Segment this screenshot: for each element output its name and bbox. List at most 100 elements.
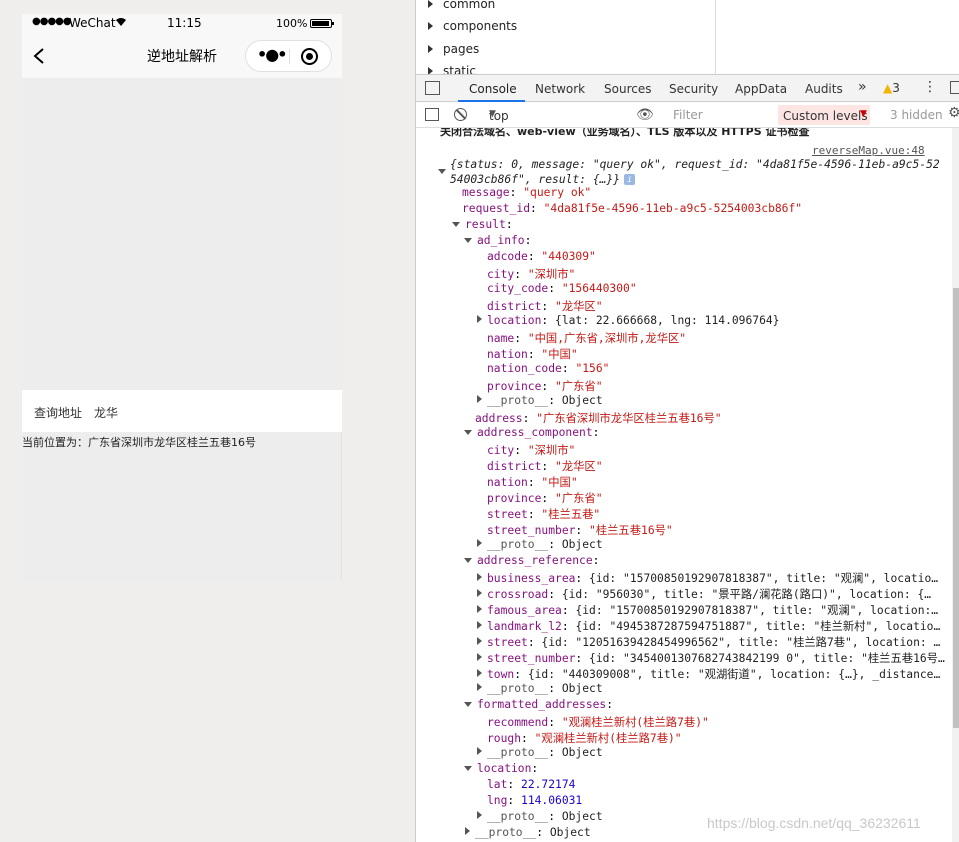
- proto-key: __proto__: [487, 810, 549, 823]
- collapsed-arrow-icon: [477, 637, 482, 645]
- tree-folder-pages[interactable]: pages: [428, 42, 479, 60]
- prop-famous-area[interactable]: famous_area: {id: "15700850192907818387"…: [477, 602, 938, 618]
- location-result: 当前位置为：广东省深圳市龙华区桂兰五巷16号: [22, 436, 256, 449]
- clear-console-icon[interactable]: [454, 108, 467, 121]
- collapsed-arrow-icon: [477, 539, 482, 547]
- query-input[interactable]: 龙华: [94, 404, 118, 421]
- value: "广东省深圳市龙华区桂兰五巷16号": [536, 412, 722, 425]
- prop-proto[interactable]: __proto__: Object: [477, 810, 603, 826]
- prop-district: district: "龙华区": [487, 300, 603, 313]
- wifi-icon: [116, 18, 126, 26]
- nav-bar: 逆地址解析 •●•: [22, 34, 342, 78]
- collapsed-arrow-icon: [465, 827, 470, 835]
- prop-lat: lat: 22.72174: [487, 778, 576, 791]
- folder-label: common: [443, 0, 496, 11]
- more-dots-icon[interactable]: •●•: [257, 45, 287, 64]
- tab-sources[interactable]: Sources: [604, 82, 651, 96]
- log-levels-dropdown[interactable]: Custom levels ▼: [778, 105, 870, 125]
- signal-icon: ●●●●●: [32, 16, 72, 27]
- prop-formatted-addresses[interactable]: formatted_addresses:: [464, 698, 613, 714]
- dock-side-icon[interactable]: [950, 81, 959, 94]
- value: "观澜桂兰新村(桂兰路7巷)": [534, 732, 682, 745]
- prop-location[interactable]: location:: [464, 762, 538, 778]
- prop-town[interactable]: town: {id: "440309008", title: "观湖街道", l…: [477, 666, 940, 682]
- console-scrollbar[interactable]: [952, 128, 959, 842]
- prop-name: name: "中国,广东省,深圳市,龙华区": [487, 332, 687, 345]
- prop-proto[interactable]: __proto__: Object: [477, 538, 603, 554]
- warning-icon: ▲: [883, 81, 893, 95]
- tab-audits[interactable]: Audits: [805, 82, 843, 96]
- value: {id: "956030", title: "景平路/澜花路(路口)", loc…: [561, 588, 932, 601]
- prop-street[interactable]: street: {id: "12051639428454996562", tit…: [477, 634, 940, 650]
- prop-proto[interactable]: __proto__: Object: [477, 682, 603, 698]
- log-object-summary[interactable]: {status: 0, message: "query ok", request…: [438, 158, 940, 174]
- hidden-count: 3 hidden: [890, 108, 943, 122]
- prop-location[interactable]: location: {lat: 22.666668, lng: 114.0967…: [477, 314, 779, 330]
- gear-icon[interactable]: ⚙: [948, 105, 959, 121]
- warnings-counter[interactable]: ▲3: [883, 81, 900, 95]
- tab-appdata[interactable]: AppData: [735, 82, 787, 96]
- prop-request-id: request_id: "4da81f5e-4596-11eb-a9c5-525…: [462, 202, 803, 215]
- value: {id: "4945387287594751887", title: "桂兰新村…: [575, 620, 941, 633]
- live-expression-eye-icon[interactable]: 👁: [636, 107, 654, 123]
- proto-key: __proto__: [475, 826, 537, 839]
- prop-result[interactable]: result:: [452, 218, 513, 234]
- carrier-label: WeChat: [69, 16, 116, 30]
- tree-folder-common[interactable]: common: [428, 0, 495, 15]
- more-tabs-button[interactable]: »: [858, 79, 867, 95]
- value: "桂兰五巷": [541, 508, 601, 521]
- prop-proto[interactable]: __proto__: Object: [477, 394, 603, 410]
- value: "桂兰五巷16号": [589, 524, 673, 537]
- expanded-arrow-icon: [464, 238, 472, 243]
- status-bar: ●●●●● WeChat 11:15 100%: [22, 14, 342, 34]
- prop-ad-info[interactable]: ad_info:: [464, 234, 531, 250]
- value: Object: [561, 810, 603, 823]
- value: "广东省": [555, 380, 603, 393]
- value: {id: "15700850192907818387", title: "观澜"…: [589, 572, 939, 585]
- kebab-menu-icon[interactable]: ⋮: [923, 79, 937, 95]
- show-sidebar-icon[interactable]: [425, 108, 439, 121]
- scrollbar-thumb[interactable]: [953, 288, 959, 728]
- collapsed-arrow-icon: [477, 315, 482, 323]
- prop-address-component[interactable]: address_component:: [464, 426, 599, 442]
- close-miniprogram-icon[interactable]: [301, 48, 318, 65]
- prop-proto[interactable]: __proto__: Object: [477, 746, 603, 762]
- prop-city: city: "深圳市": [487, 268, 576, 281]
- prop-address-reference[interactable]: address_reference:: [464, 554, 599, 570]
- tree-folder-components[interactable]: components: [428, 19, 517, 37]
- prop-province: province: "广东省": [487, 492, 603, 505]
- prop-landmark-l2[interactable]: landmark_l2: {id: "4945387287594751887",…: [477, 618, 940, 634]
- value: "query ok": [523, 186, 592, 199]
- source-link[interactable]: reverseMap.vue:48: [812, 144, 925, 157]
- value: "中国,广东省,深圳市,龙华区": [527, 332, 687, 345]
- value: Object: [561, 682, 603, 695]
- collapsed-arrow-icon: [477, 621, 482, 629]
- expanded-arrow-icon: [464, 766, 472, 771]
- context-selector[interactable]: top ▼: [482, 105, 622, 125]
- prop-street-number: street_number: "桂兰五巷16号": [487, 524, 673, 537]
- tab-console[interactable]: Console: [469, 82, 517, 96]
- tree-folder-static[interactable]: static: [428, 64, 476, 74]
- prop-crossroad[interactable]: crossroad: {id: "956030", title: "景平路/澜花…: [477, 586, 931, 602]
- prop-message: message: "query ok": [462, 186, 592, 199]
- prop-nation: nation: "中国": [487, 476, 578, 489]
- expanded-arrow-icon: [452, 222, 460, 227]
- prop-business-area[interactable]: business_area: {id: "1570085019290781838…: [477, 570, 938, 586]
- prop-street-number[interactable]: street_number: {id: "3454001307682743842…: [477, 650, 945, 666]
- collapsed-arrow-icon: [477, 747, 482, 755]
- value: "4da81f5e-4596-11eb-a9c5-5254003cb86f": [543, 202, 803, 215]
- tab-network[interactable]: Network: [535, 82, 585, 96]
- collapsed-arrow-icon: [477, 395, 482, 403]
- inspect-element-icon[interactable]: [425, 81, 440, 95]
- info-icon[interactable]: i: [624, 174, 636, 185]
- value: Object: [561, 746, 603, 759]
- prop-recommend: recommend: "观澜桂兰新村(桂兰路7巷)": [487, 716, 709, 729]
- filter-input[interactable]: [668, 105, 772, 125]
- value: "440309": [541, 250, 596, 263]
- tab-security[interactable]: Security: [669, 82, 718, 96]
- prop-adcode: adcode: "440309": [487, 250, 596, 263]
- value: 22.72174: [521, 778, 576, 791]
- prop-proto[interactable]: __proto__: Object: [465, 826, 591, 842]
- warnings-count: 3: [892, 81, 900, 95]
- dropdown-arrow-icon: ▼: [860, 109, 867, 119]
